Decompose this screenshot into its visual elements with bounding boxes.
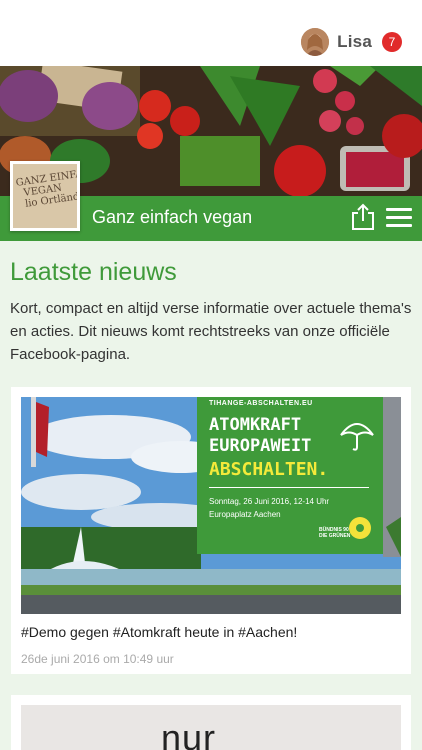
post-date: 26de juni 2016 om 10:49 uur (21, 652, 174, 666)
poster-brand: BÜNDNIS 90 DIE GRÜNEN (319, 527, 351, 539)
poster-headline-2: EUROPAWEIT (209, 436, 312, 456)
post-caption: #Demo gegen #Atomkraft heute in #Aachen! (21, 624, 298, 640)
post-image[interactable]: nur (21, 705, 401, 750)
umbrella-icon (340, 423, 374, 451)
poster-url: TIHANGE-ABSCHALTEN.EU (209, 400, 313, 407)
poster-headline-1: ATOMKRAFT (209, 415, 302, 435)
sunflower-icon (349, 517, 371, 539)
demo-poster: TIHANGE-ABSCHALTEN.EU ATOMKRAFT EUROPAWE… (197, 397, 383, 554)
site-logo[interactable]: GANZ EINFACH VEGAN lio Ortländer (10, 161, 80, 231)
news-post[interactable]: TIHANGE-ABSCHALTEN.EU ATOMKRAFT EUROPAWE… (11, 387, 411, 674)
share-icon[interactable] (350, 203, 376, 231)
poster-place: Europaplatz Aachen (209, 510, 281, 519)
logo-image: GANZ EINFACH VEGAN lio Ortländer (13, 164, 77, 228)
avatar[interactable] (301, 28, 330, 56)
site-title[interactable]: Ganz einfach vegan (92, 207, 252, 228)
user-name[interactable]: Lisa (337, 32, 372, 52)
hamburger-menu-icon[interactable] (386, 208, 412, 228)
top-bar: Lisa 7 (0, 0, 422, 66)
page-title: Laatste nieuws (10, 258, 177, 286)
page-intro: Kort, compact en altijd verse informatie… (10, 300, 412, 363)
poster-date: Sonntag, 26 Juni 2016, 12-14 Uhr (209, 497, 330, 506)
post-image-text: nur (161, 717, 217, 750)
logo-text: GANZ EINFACH VEGAN lio Ortländer (15, 166, 77, 210)
user-menu[interactable]: Lisa 7 (301, 28, 402, 56)
post-image[interactable]: TIHANGE-ABSCHALTEN.EU ATOMKRAFT EUROPAWE… (21, 397, 401, 614)
poster-headline-3: ABSCHALTEN. (209, 459, 329, 480)
notification-badge[interactable]: 7 (382, 32, 402, 52)
news-post[interactable]: nur (11, 695, 411, 750)
